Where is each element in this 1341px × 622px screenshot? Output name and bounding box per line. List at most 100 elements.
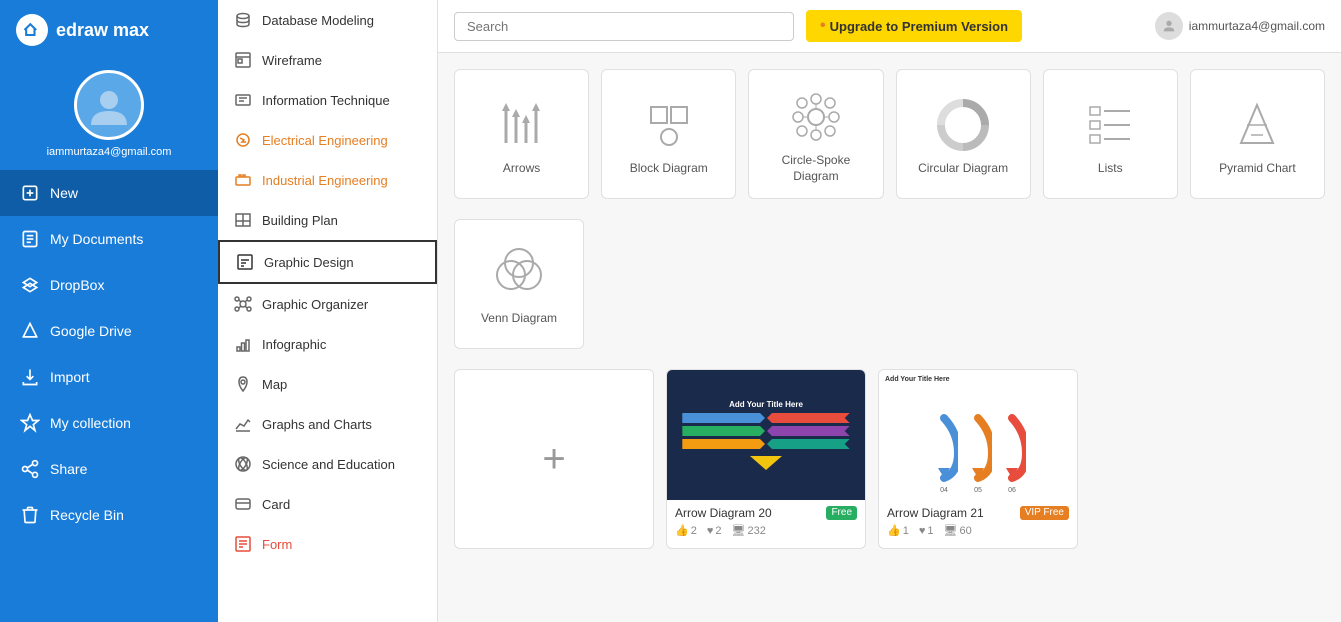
arrow-20-likes: 👍 2 [675,524,697,537]
logo-icon [16,14,48,46]
venn-diagram-icon [491,247,547,303]
menu-science-label: Science and Education [262,457,395,472]
arrow-21-badge: VIP Free [1020,506,1069,520]
sidebar-new-label: New [50,185,78,201]
arrow-21-thumb-title: Add Your Title Here [885,376,1071,383]
arrows-label: Arrows [503,161,540,177]
menu-database-label: Database Modeling [262,13,374,28]
menu-electrical-label: Electrical Engineering [262,133,388,148]
sidebar-item-dropbox[interactable]: DropBox [0,262,218,308]
sidebar-item-google-drive[interactable]: Google Drive [0,308,218,354]
menu-item-electrical-engineering[interactable]: Electrical Engineering [218,120,437,160]
main-content: Upgrade to Premium Version iammurtaza4@g… [438,0,1341,622]
menu-infographic-label: Infographic [262,337,326,352]
menu-graphs-label: Graphs and Charts [262,417,372,432]
menu-item-graphs-and-charts[interactable]: Graphs and Charts [218,404,437,444]
gallery-new-card[interactable]: + [454,369,654,549]
arrow-20-thumb: Add Your Title Here [667,370,865,500]
circle-spoke-icon [788,89,844,145]
arrow-21-title-row: Arrow Diagram 21 VIP Free [887,506,1069,520]
sidebar: edraw max iammurtaza4@gmail.com New My D… [0,0,218,622]
template-circular-diagram[interactable]: Circular Diagram [896,69,1031,199]
arrow-20-stats: 👍 2 ♥ 2 🖥 232 [675,524,857,537]
arrow-21-stats: 👍 1 ♥ 1 🖥 60 [887,524,1069,537]
venn-row: Venn Diagram [454,219,1325,349]
user-avatar-small [1155,12,1183,40]
block-diagram-label: Block Diagram [630,161,708,177]
sidebar-item-my-collection[interactable]: My collection [0,400,218,446]
menu-item-map[interactable]: Map [218,364,437,404]
pyramid-chart-label: Pyramid Chart [1219,161,1296,177]
arrow-20-rows [673,413,859,470]
sidebar-item-recycle-bin[interactable]: Recycle Bin [0,492,218,538]
menu-form-label: Form [262,537,292,552]
template-type-grid: Arrows Block Diagram [454,69,1325,199]
arrow-20-badge: Free [826,506,857,520]
menu-card-label: Card [262,497,290,512]
middle-menu: Database Modeling Wireframe Information … [218,0,438,622]
search-input[interactable] [454,12,794,41]
new-card-plus: + [542,437,565,482]
menu-item-building-plan[interactable]: Building Plan [218,200,437,240]
menu-item-graphic-design[interactable]: Graphic Design [218,240,437,284]
avatar [74,70,144,140]
template-pyramid-chart[interactable]: Pyramid Chart [1190,69,1325,199]
arrows-icon [494,97,550,153]
arrow-21-info: Arrow Diagram 21 VIP Free 👍 1 ♥ 1 🖥 60 [879,500,1077,541]
menu-item-database-modeling[interactable]: Database Modeling [218,0,437,40]
app-name: edraw max [56,20,149,41]
menu-item-wireframe[interactable]: Wireframe [218,40,437,80]
arrow-20-views: 🖥 232 [731,524,765,537]
lists-label: Lists [1098,161,1123,177]
pyramid-chart-icon [1229,97,1285,153]
arrow-20-hearts: ♥ 2 [707,524,722,537]
circle-spoke-label: Circle-Spoke Diagram [757,153,874,184]
sidebar-recycle-label: Recycle Bin [50,507,124,523]
arrow-21-thumb: Add Your Title Here 04 [879,370,1077,500]
menu-map-label: Map [262,377,287,392]
circular-diagram-icon [935,97,991,153]
block-diagram-icon [641,97,697,153]
user-info: iammurtaza4@gmail.com [1155,12,1325,40]
template-circle-spoke[interactable]: Circle-Spoke Diagram [748,69,883,199]
template-block-diagram[interactable]: Block Diagram [601,69,736,199]
menu-item-science-and-education[interactable]: Science and Education [218,444,437,484]
menu-item-information-technique[interactable]: Information Technique [218,80,437,120]
arrow-21-curved: 04 05 [885,389,1071,494]
menu-item-graphic-organizer[interactable]: Graphic Organizer [218,284,437,324]
menu-info-label: Information Technique [262,93,390,108]
sidebar-drive-label: Google Drive [50,323,132,339]
menu-item-industrial-engineering[interactable]: Industrial Engineering [218,160,437,200]
menu-building-label: Building Plan [262,213,338,228]
menu-item-card[interactable]: Card [218,484,437,524]
arrow-20-title: Arrow Diagram 20 [675,506,772,520]
arrow-20-thumb-title: Add Your Title Here [729,400,803,409]
sidebar-item-share[interactable]: Share [0,446,218,492]
sidebar-import-label: Import [50,369,90,385]
sidebar-nav: New My Documents DropBox Google Drive Im… [0,170,218,538]
user-email-topbar: iammurtaza4@gmail.com [1189,19,1325,33]
sidebar-documents-label: My Documents [50,231,143,247]
user-email-label: iammurtaza4@gmail.com [47,146,172,158]
gallery-card-arrow-21[interactable]: Add Your Title Here 04 [878,369,1078,549]
sidebar-item-import[interactable]: Import [0,354,218,400]
sidebar-item-my-documents[interactable]: My Documents [0,216,218,262]
arrow-20-info: Arrow Diagram 20 Free 👍 2 ♥ 2 🖥 232 [667,500,865,541]
sidebar-share-label: Share [50,461,87,477]
topbar: Upgrade to Premium Version iammurtaza4@g… [438,0,1341,53]
template-lists[interactable]: Lists [1043,69,1178,199]
arrow-20-title-row: Arrow Diagram 20 Free [675,506,857,520]
menu-graphic-organizer-label: Graphic Organizer [262,297,368,312]
upgrade-button[interactable]: Upgrade to Premium Version [806,10,1022,42]
menu-item-form[interactable]: Form [218,524,437,564]
menu-item-infographic[interactable]: Infographic [218,324,437,364]
arrow-21-views: 🖥 60 [943,524,971,537]
template-arrows[interactable]: Arrows [454,69,589,199]
menu-wireframe-label: Wireframe [262,53,322,68]
lists-icon [1082,97,1138,153]
circular-diagram-label: Circular Diagram [918,161,1008,177]
sidebar-item-new[interactable]: New [0,170,218,216]
gallery-card-arrow-20[interactable]: Add Your Title Here [666,369,866,549]
venn-diagram-label: Venn Diagram [481,311,557,327]
template-venn-diagram[interactable]: Venn Diagram [454,219,584,349]
